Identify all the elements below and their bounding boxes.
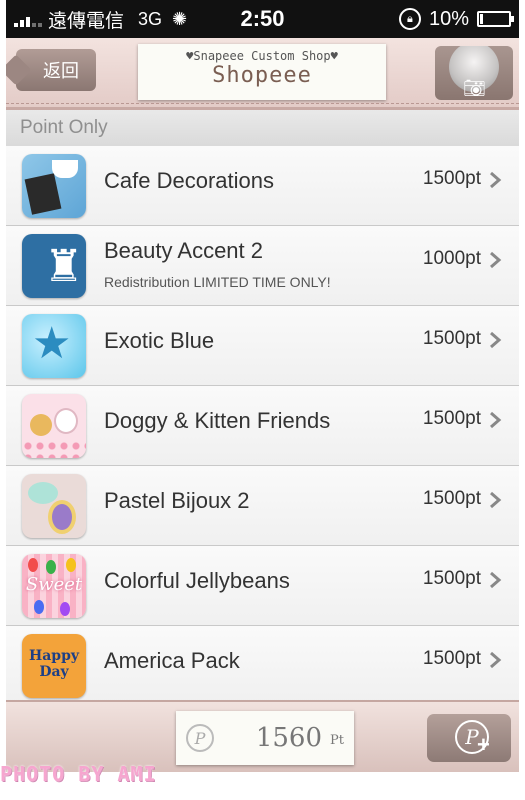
camera-icon: 📷︎ bbox=[463, 78, 486, 98]
item-subtitle: Redistribution LIMITED TIME ONLY! bbox=[104, 274, 331, 290]
shop-logo: ♥Snapeee Custom Shop♥ Shopeee bbox=[138, 44, 386, 100]
section-title: Point Only bbox=[20, 117, 108, 138]
carrier-name: 遠傳電信 bbox=[48, 9, 125, 32]
points-balance: P 1560 Pt bbox=[176, 711, 354, 765]
colorful-jellybeans-thumbnail: Sweet bbox=[22, 554, 86, 618]
list-item-pastel-bijoux-2[interactable]: Pastel Bijoux 2 1500pt bbox=[6, 466, 519, 546]
chevron-right-icon bbox=[490, 331, 502, 349]
item-price: 1500pt bbox=[422, 568, 481, 589]
america-pack-thumbnail: Happy Day bbox=[22, 634, 86, 698]
back-button-label: 返回 bbox=[43, 61, 79, 81]
chevron-right-icon bbox=[490, 171, 502, 189]
item-price: 1000pt bbox=[422, 248, 481, 269]
item-price: 1500pt bbox=[422, 168, 481, 189]
status-bar: 遠傳電信 3G ✺ 2:50 🔒︎ 10% bbox=[6, 0, 519, 38]
points-unit: Pt bbox=[330, 733, 344, 748]
item-name: Doggy & Kitten Friends bbox=[104, 408, 331, 433]
item-name: Pastel Bijoux 2 bbox=[104, 488, 250, 513]
list-item-america-pack[interactable]: Happy Day America Pack 1500pt bbox=[6, 626, 519, 706]
logo-title: Shopeee bbox=[212, 63, 312, 88]
america-thumbnail-text: Happy Day bbox=[28, 648, 79, 680]
battery-percent: 10% bbox=[428, 7, 469, 30]
signal-icon bbox=[14, 11, 42, 27]
item-name: Colorful Jellybeans bbox=[104, 568, 290, 593]
exotic-blue-thumbnail: ★ bbox=[22, 314, 86, 378]
chevron-right-icon bbox=[490, 571, 502, 589]
beauty-accent-thumbnail: ♜ bbox=[22, 234, 86, 298]
item-price: 1500pt bbox=[422, 408, 481, 429]
chevron-right-icon bbox=[490, 411, 502, 429]
list-item-colorful-jellybeans[interactable]: Sweet Colorful Jellybeans 1500pt bbox=[6, 546, 519, 626]
app-frame: 遠傳電信 3G ✺ 2:50 🔒︎ 10% 返回 ♥Snapeee Custom… bbox=[6, 0, 519, 800]
photo-watermark: PHOTO BY AMI bbox=[0, 762, 157, 786]
loading-spinner-icon: ✺ bbox=[172, 8, 188, 29]
back-button[interactable]: 返回 bbox=[16, 49, 96, 91]
list-item-exotic-blue[interactable]: ★ Exotic Blue 1500pt bbox=[6, 306, 519, 386]
buy-points-button[interactable]: P + bbox=[427, 714, 511, 762]
camera-button[interactable]: 📷︎ bbox=[435, 46, 513, 100]
item-name: Exotic Blue bbox=[104, 328, 215, 353]
item-name: America Pack bbox=[104, 648, 240, 673]
pastel-bijoux-thumbnail bbox=[22, 474, 86, 538]
points-value: 1560 bbox=[255, 723, 322, 753]
list-item-doggy-kitten-friends[interactable]: Doggy & Kitten Friends 1500pt bbox=[6, 386, 519, 466]
item-price: 1500pt bbox=[422, 328, 481, 349]
points-coin-icon: P bbox=[186, 724, 214, 752]
chevron-right-icon bbox=[490, 491, 502, 509]
doggy-kitten-thumbnail bbox=[22, 394, 86, 458]
chevron-right-icon bbox=[490, 251, 502, 269]
section-header: Point Only bbox=[6, 110, 519, 146]
jellybeans-thumbnail-text: Sweet bbox=[25, 574, 83, 595]
item-name: Cafe Decorations bbox=[104, 168, 274, 193]
list-item-cafe-decorations[interactable]: Cafe Decorations 1500pt bbox=[6, 146, 519, 226]
item-price: 1500pt bbox=[422, 648, 481, 669]
item-name: Beauty Accent 2 bbox=[104, 238, 263, 263]
list-item-beauty-accent-2[interactable]: ♜ Beauty Accent 2 Redistribution LIMITED… bbox=[6, 226, 519, 306]
item-price: 1500pt bbox=[422, 488, 481, 509]
plus-icon: + bbox=[477, 732, 490, 757]
chevron-right-icon bbox=[490, 651, 502, 669]
network-type: 3G bbox=[138, 8, 163, 29]
item-list: Cafe Decorations 1500pt ♜ Beauty Accent … bbox=[6, 146, 519, 706]
battery-charging-icon bbox=[477, 11, 514, 27]
cafe-decorations-thumbnail bbox=[22, 154, 86, 218]
rotation-lock-icon: 🔒︎ bbox=[398, 8, 421, 30]
logo-tagline: ♥Snapeee Custom Shop♥ bbox=[186, 49, 338, 63]
navigation-bar: 返回 ♥Snapeee Custom Shop♥ Shopeee 📷︎ bbox=[6, 38, 519, 110]
